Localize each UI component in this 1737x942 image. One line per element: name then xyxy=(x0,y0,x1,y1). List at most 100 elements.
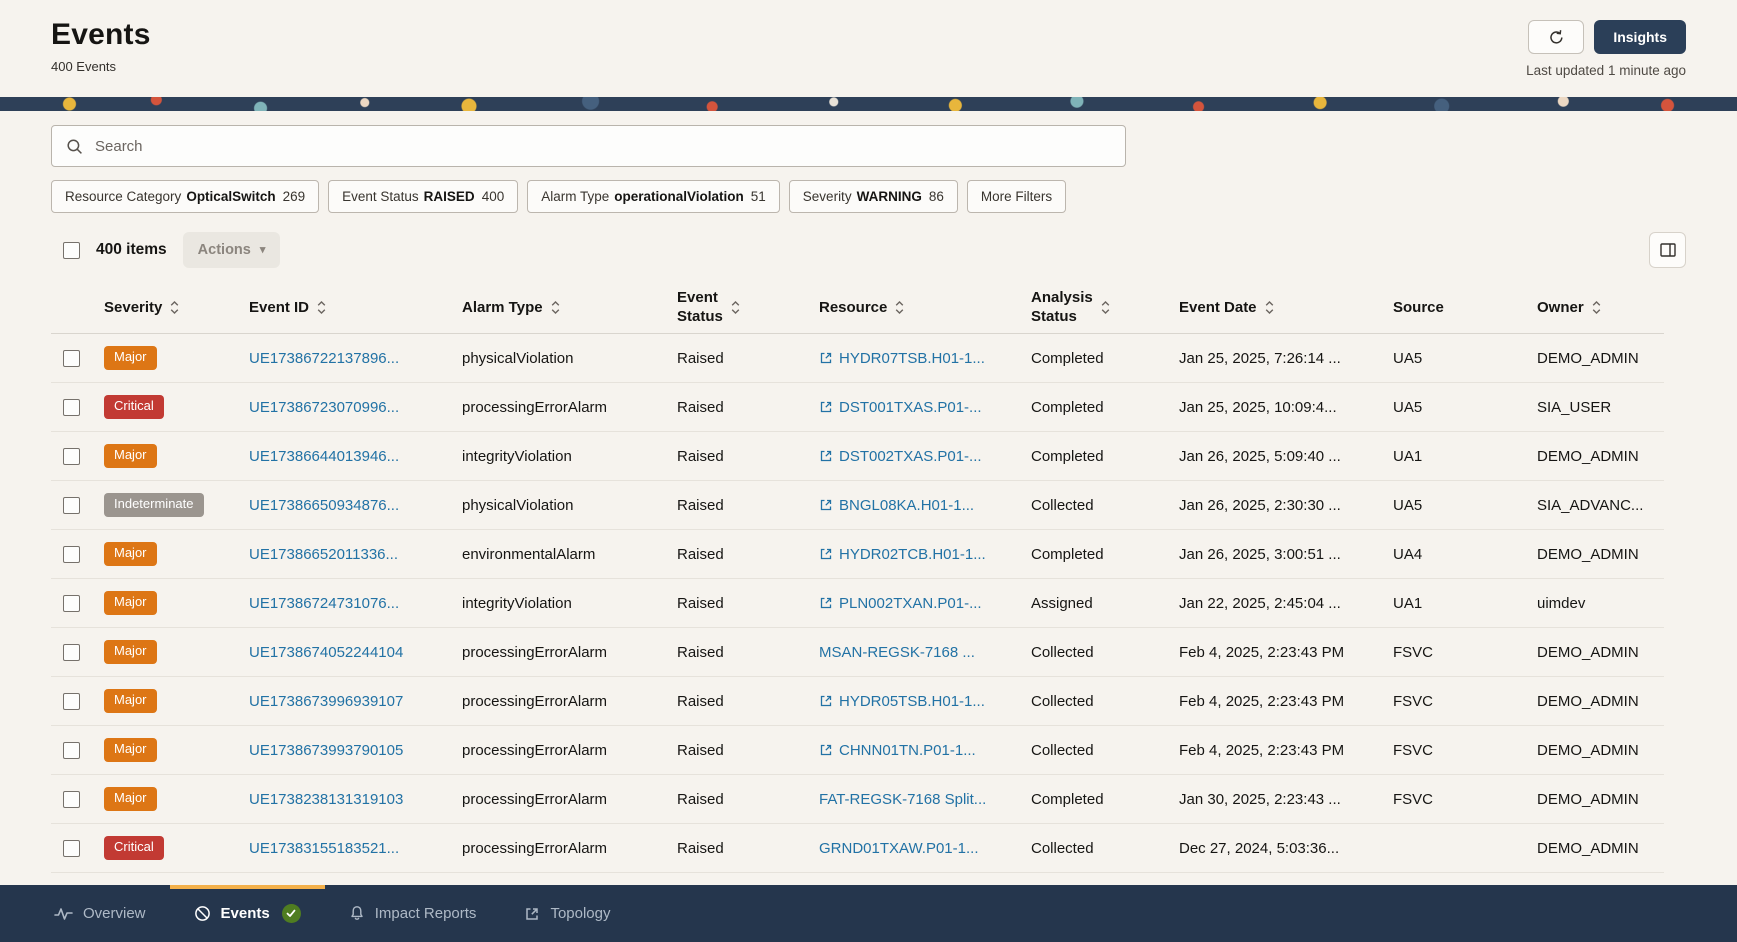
refresh-button[interactable] xyxy=(1528,20,1585,54)
resource-link[interactable]: DST002TXAS.P01-... xyxy=(839,448,982,465)
resource-link[interactable]: BNGL08KA.H01-1... xyxy=(839,497,974,514)
filter-chip[interactable]: Resource Category OpticalSwitch 269 xyxy=(51,180,320,213)
row-checkbox[interactable] xyxy=(63,349,80,367)
header-actions: Insights Last updated 1 minute ago xyxy=(1526,18,1686,78)
sort-icon[interactable] xyxy=(1591,300,1602,315)
event-status-cell: Raised xyxy=(677,398,724,416)
sort-icon[interactable] xyxy=(1100,300,1111,315)
filter-chip[interactable]: Event Status RAISED 400 xyxy=(328,180,519,213)
column-header[interactable]: Alarm Type xyxy=(462,299,677,316)
row-checkbox[interactable] xyxy=(63,741,80,759)
event-id-link[interactable]: UE1738238131319103 xyxy=(249,791,403,808)
actions-button[interactable]: Actions ▾ xyxy=(182,232,281,268)
source-cell: UA4 xyxy=(1393,545,1423,563)
severity-badge: Major xyxy=(104,346,157,370)
event-id-link[interactable]: UE17386650934876... xyxy=(249,497,399,514)
column-header[interactable]: Source xyxy=(1393,299,1537,316)
row-checkbox[interactable] xyxy=(63,594,80,612)
resource-cell: MSAN-REGSK-7168 ... xyxy=(819,644,1031,661)
severity-cell: Major xyxy=(104,787,249,811)
event-id-link[interactable]: UE17386644013946... xyxy=(249,448,399,465)
column-layout-button[interactable] xyxy=(1649,232,1686,268)
resource-link[interactable]: CHNN01TN.P01-1... xyxy=(839,742,976,759)
event-id-link[interactable]: UE1738674052244104 xyxy=(249,644,403,661)
resource-link[interactable]: PLN002TXAN.P01-... xyxy=(839,595,982,612)
page-header: Events 400 Events Insights Last updated … xyxy=(0,0,1737,97)
resource-link[interactable]: HYDR07TSB.H01-1... xyxy=(839,350,985,367)
event-id-link[interactable]: UE17386724731076... xyxy=(249,595,399,612)
event-id-link[interactable]: UE17386652011336... xyxy=(249,546,398,563)
tab-topology[interactable]: Topology xyxy=(500,885,634,942)
row-checkbox[interactable] xyxy=(63,643,80,661)
column-header[interactable]: Owner xyxy=(1537,299,1663,316)
tab-impact-reports[interactable]: Impact Reports xyxy=(325,885,501,942)
resource-link[interactable]: HYDR02TCB.H01-1... xyxy=(839,546,986,563)
filter-chip-count: 269 xyxy=(282,189,306,204)
analysis-status-cell: Completed xyxy=(1031,398,1104,416)
event-date-cell: Jan 25, 2025, 7:26:14 ... xyxy=(1179,349,1341,367)
event-id-link[interactable]: UE17386722137896... xyxy=(249,350,399,367)
sort-icon[interactable] xyxy=(730,300,741,315)
resource-cell: HYDR05TSB.H01-1... xyxy=(819,693,1031,710)
row-checkbox-cell xyxy=(51,594,104,612)
insights-button[interactable]: Insights xyxy=(1594,20,1686,54)
event-id-link[interactable]: UE1738673993790105 xyxy=(249,742,403,759)
tab-overview[interactable]: Overview xyxy=(30,885,170,942)
tab-events[interactable]: Events xyxy=(169,885,325,942)
event-date-cell: Dec 27, 2024, 5:03:36... xyxy=(1179,839,1340,857)
topology-icon xyxy=(524,906,540,922)
event-id-link[interactable]: UE17386723070996... xyxy=(249,399,399,416)
sort-icon[interactable] xyxy=(316,300,327,315)
row-checkbox[interactable] xyxy=(63,447,80,465)
row-checkbox-cell xyxy=(51,741,104,759)
resource-link[interactable]: HYDR05TSB.H01-1... xyxy=(839,693,985,710)
resource-link[interactable]: DST001TXAS.P01-... xyxy=(839,399,982,416)
severity-badge: Major xyxy=(104,787,157,811)
event-date-cell: Jan 30, 2025, 2:23:43 ... xyxy=(1179,790,1341,808)
resource-link[interactable]: FAT-REGSK-7168 Split... xyxy=(819,791,986,808)
sort-icon[interactable] xyxy=(894,300,905,315)
sort-icon[interactable] xyxy=(169,300,180,315)
external-link-icon xyxy=(819,449,833,463)
event-date-cell: Jan 25, 2025, 10:09:4... xyxy=(1179,398,1337,416)
row-checkbox[interactable] xyxy=(63,545,80,563)
sort-icon[interactable] xyxy=(550,300,561,315)
refresh-icon xyxy=(1548,29,1565,46)
column-header[interactable]: Severity xyxy=(104,299,249,316)
table-row: Critical UE17386723070996... processingErr… xyxy=(51,383,1664,432)
row-checkbox[interactable] xyxy=(63,839,80,857)
analysis-status-cell: Assigned xyxy=(1031,594,1093,612)
search-input[interactable] xyxy=(93,136,1111,156)
event-date-cell: Jan 22, 2025, 2:45:04 ... xyxy=(1179,594,1341,612)
column-header[interactable]: Event Date xyxy=(1179,299,1393,316)
select-all-checkbox[interactable] xyxy=(63,241,80,259)
resource-cell: DST001TXAS.P01-... xyxy=(819,399,1031,416)
source-cell: FSVC xyxy=(1393,692,1434,710)
owner-cell: SIA_ADVANC... xyxy=(1537,496,1644,514)
severity-cell: Indeterminate xyxy=(104,493,249,517)
column-header[interactable]: Event Status xyxy=(677,289,819,327)
column-header-label: Alarm Type xyxy=(462,299,543,316)
event-status-cell: Raised xyxy=(677,594,724,612)
resource-link[interactable]: MSAN-REGSK-7168 ... xyxy=(819,644,975,661)
column-header[interactable]: Event ID xyxy=(249,299,462,316)
row-checkbox[interactable] xyxy=(63,398,80,416)
chevron-down-icon: ▾ xyxy=(259,243,266,256)
events-table: Severity Event ID Alarm Type Event Status Re… xyxy=(51,282,1664,873)
row-checkbox[interactable] xyxy=(63,790,80,808)
filter-chip[interactable]: Severity WARNING 86 xyxy=(788,180,958,213)
row-checkbox[interactable] xyxy=(63,692,80,710)
column-header[interactable]: Analysis Status xyxy=(1031,289,1179,327)
sort-icon[interactable] xyxy=(1264,300,1275,315)
event-id-link[interactable]: UE17383155183521... xyxy=(249,840,399,857)
severity-cell: Major xyxy=(104,542,249,566)
decorative-banner xyxy=(0,97,1737,111)
resource-link[interactable]: GRND01TXAW.P01-1... xyxy=(819,840,979,857)
alarm-type-cell: integrityViolation xyxy=(462,447,572,465)
filter-chip[interactable]: Alarm Type operationalViolation 51 xyxy=(527,180,780,213)
row-checkbox[interactable] xyxy=(63,496,80,514)
event-id-link[interactable]: UE1738673996939107 xyxy=(249,693,403,710)
filter-chip[interactable]: More Filters xyxy=(966,180,1067,213)
event-id-cell: UE1738673996939107 xyxy=(249,693,462,710)
column-header[interactable]: Resource xyxy=(819,299,1031,316)
